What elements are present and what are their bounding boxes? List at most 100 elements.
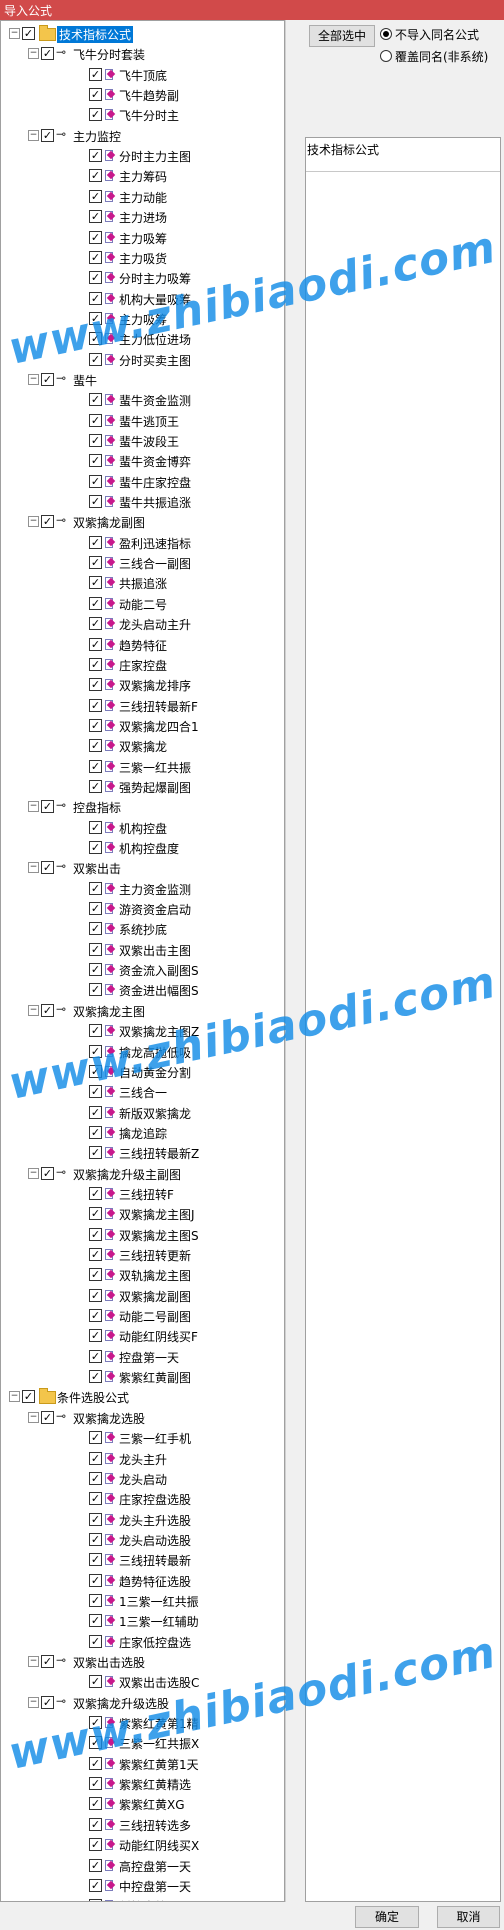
tree-item[interactable]: ✓ 中控盘第一天 bbox=[1, 1877, 281, 1897]
checkbox[interactable]: ✓ bbox=[89, 474, 102, 488]
tree-item[interactable]: ✓ 双紫擒龙主图S bbox=[1, 1226, 281, 1246]
tree-item[interactable]: ✓ 三线扭转最新 bbox=[1, 1551, 281, 1571]
tree-item[interactable]: ✓ 飞牛顶底 bbox=[1, 66, 281, 86]
radio-no-import-same[interactable] bbox=[380, 28, 392, 40]
checkbox[interactable]: ✓ bbox=[41, 515, 54, 529]
checkbox[interactable]: ✓ bbox=[41, 128, 54, 142]
tree-item[interactable]: ✓ 主力资金监测 bbox=[1, 880, 281, 900]
tree-item[interactable]: ✓ 龙头启动 bbox=[1, 1470, 281, 1490]
tree-item[interactable]: ✓ 双紫擒龙 bbox=[1, 737, 281, 757]
collapse-toggle-icon[interactable]: − bbox=[28, 373, 39, 385]
tree-item[interactable]: ✓ 动能二号副图 bbox=[1, 1307, 281, 1327]
checkbox[interactable]: ✓ bbox=[89, 1675, 102, 1689]
checkbox[interactable]: ✓ bbox=[41, 1695, 54, 1709]
tree-item[interactable]: ✓ 新版双紫擒龙 bbox=[1, 1104, 281, 1124]
tree-item[interactable]: ✓ 机构控盘度 bbox=[1, 839, 281, 859]
tree-item[interactable]: ✓ 双紫擒龙副图 bbox=[1, 1287, 281, 1307]
checkbox[interactable]: ✓ bbox=[41, 372, 54, 386]
tree-item[interactable]: ✓ 资金流入副图S bbox=[1, 961, 281, 981]
tree-item[interactable]: ✓ 主力筹码 bbox=[1, 167, 281, 187]
checkbox[interactable]: ✓ bbox=[89, 149, 102, 163]
tree-item[interactable]: ✓ 擒龙追踪 bbox=[1, 1124, 281, 1144]
checkbox[interactable]: ✓ bbox=[89, 1125, 102, 1139]
checkbox[interactable]: ✓ bbox=[89, 393, 102, 407]
tree-item[interactable]: ✓ 双紫出击主图 bbox=[1, 941, 281, 961]
tree-item[interactable]: ✓ 分时买卖主图 bbox=[1, 351, 281, 371]
checkbox[interactable]: ✓ bbox=[89, 576, 102, 590]
select-all-button[interactable]: 全部选中 bbox=[309, 25, 375, 47]
tree-item[interactable]: ✓ 三线扭转最新Z bbox=[1, 1144, 281, 1164]
tree-item[interactable]: ✓ 高控盘第一天 bbox=[1, 1857, 281, 1877]
cancel-button[interactable]: 取消 bbox=[437, 1906, 500, 1928]
checkbox[interactable]: ✓ bbox=[89, 1817, 102, 1831]
collapse-toggle-icon[interactable]: − bbox=[9, 28, 20, 39]
tree-item[interactable]: ✓ 系统抄底 bbox=[1, 920, 281, 940]
checkbox[interactable]: ✓ bbox=[89, 596, 102, 610]
collapse-toggle-icon[interactable]: − bbox=[28, 801, 39, 813]
tree-group[interactable]: − ✓ ⊸ 双紫出击 bbox=[1, 859, 281, 879]
tree-group[interactable]: − ✓ ⊸ 双紫擒龙选股 bbox=[1, 1409, 281, 1429]
tree-item[interactable]: ✓ 趋势特征 bbox=[1, 636, 281, 656]
tree-item[interactable]: ✓ 资金进出幅图S bbox=[1, 981, 281, 1001]
checkbox[interactable]: ✓ bbox=[89, 698, 102, 712]
tree-item[interactable]: ✓ 三紫一红手机 bbox=[1, 1429, 281, 1449]
tree-item[interactable]: ✓ 双轨擒龙主图 bbox=[1, 1266, 281, 1286]
checkbox[interactable]: ✓ bbox=[89, 1451, 102, 1465]
collapse-toggle-icon[interactable]: − bbox=[28, 1411, 39, 1423]
checkbox[interactable]: ✓ bbox=[89, 1288, 102, 1302]
checkbox[interactable]: ✓ bbox=[89, 1614, 102, 1628]
tree-item[interactable]: ✓ 分时主力吸筹 bbox=[1, 269, 281, 289]
tree-item[interactable]: ✓ 三线扭转最新F bbox=[1, 697, 281, 717]
tree-item[interactable]: ✓ 蜚牛资金监测 bbox=[1, 391, 281, 411]
checkbox[interactable]: ✓ bbox=[89, 1064, 102, 1078]
checkbox[interactable]: ✓ bbox=[89, 1370, 102, 1384]
tree-item[interactable]: ✓ 控盘第一天 bbox=[1, 1348, 281, 1368]
checkbox[interactable]: ✓ bbox=[41, 1166, 54, 1180]
tree-scrollbar[interactable] bbox=[285, 20, 303, 1902]
collapse-toggle-icon[interactable]: − bbox=[28, 1656, 39, 1667]
checkbox[interactable]: ✓ bbox=[89, 1797, 102, 1811]
collapse-toggle-icon[interactable]: − bbox=[28, 1696, 39, 1708]
tree-item[interactable]: ✓ 三线扭转F bbox=[1, 1185, 281, 1205]
checkbox[interactable]: ✓ bbox=[89, 1756, 102, 1770]
checkbox[interactable]: ✓ bbox=[89, 1309, 102, 1323]
checkbox[interactable]: ✓ bbox=[89, 1716, 102, 1730]
checkbox[interactable]: ✓ bbox=[89, 739, 102, 753]
checkbox[interactable]: ✓ bbox=[89, 1858, 102, 1872]
checkbox[interactable]: ✓ bbox=[89, 1207, 102, 1221]
checkbox[interactable]: ✓ bbox=[89, 311, 102, 325]
checkbox[interactable]: ✓ bbox=[89, 413, 102, 427]
tree-item[interactable]: ✓ 飞牛趋势副 bbox=[1, 86, 281, 106]
checkbox[interactable]: ✓ bbox=[89, 902, 102, 916]
tree-item[interactable]: ✓ 共振追涨 bbox=[1, 574, 281, 594]
tree-item[interactable]: ✓ 三线合一 bbox=[1, 1083, 281, 1103]
checkbox[interactable]: ✓ bbox=[89, 841, 102, 854]
checkbox[interactable]: ✓ bbox=[89, 637, 102, 651]
tree-item[interactable]: ✓ 蜚牛资金博弈 bbox=[1, 452, 281, 472]
checkbox[interactable]: ✓ bbox=[89, 820, 102, 834]
checkbox[interactable]: ✓ bbox=[41, 1410, 54, 1424]
checkbox[interactable]: ✓ bbox=[89, 1899, 102, 1901]
tree-item[interactable]: ✓ 庄家低控盘选 bbox=[1, 1633, 281, 1653]
checkbox[interactable]: ✓ bbox=[89, 1085, 102, 1099]
checkbox[interactable]: ✓ bbox=[89, 718, 102, 732]
checkbox[interactable]: ✓ bbox=[89, 759, 102, 773]
tree-item[interactable]: ✓ 双紫擒龙排序 bbox=[1, 676, 281, 696]
checkbox[interactable]: ✓ bbox=[89, 1838, 102, 1852]
tree-item[interactable]: ✓ 紫紫红黄精选 bbox=[1, 1775, 281, 1795]
checkbox[interactable]: ✓ bbox=[22, 27, 35, 40]
checkbox[interactable]: ✓ bbox=[89, 963, 102, 977]
tree-item[interactable]: ✓ 紫紫红黄XG bbox=[1, 1795, 281, 1815]
checkbox[interactable]: ✓ bbox=[89, 108, 102, 122]
tree-item[interactable]: ✓ 1三紫一红共振 bbox=[1, 1592, 281, 1612]
checkbox[interactable]: ✓ bbox=[41, 861, 54, 875]
tree-item[interactable]: ✓ 机构控盘 bbox=[1, 819, 281, 839]
tree-item[interactable]: ✓ 自动黄金分割 bbox=[1, 1063, 281, 1083]
tree-item[interactable]: ✓ 三紫一红共振X bbox=[1, 1734, 281, 1754]
checkbox[interactable]: ✓ bbox=[89, 230, 102, 244]
tree-item[interactable]: ✓ 三线扭转选多 bbox=[1, 1816, 281, 1836]
tree-item[interactable]: ✓ 双紫擒龙主图J bbox=[1, 1205, 281, 1225]
tree-group[interactable]: − ✓ ⊸ 双紫擒龙副图 bbox=[1, 513, 281, 533]
tree-item[interactable]: ✓ 紫紫红黄副图 bbox=[1, 1368, 281, 1388]
checkbox[interactable]: ✓ bbox=[89, 1878, 102, 1892]
